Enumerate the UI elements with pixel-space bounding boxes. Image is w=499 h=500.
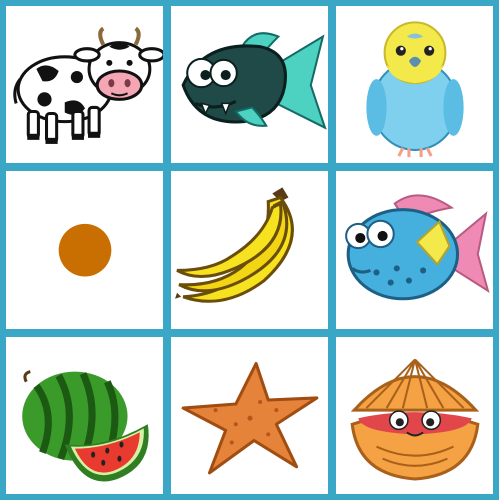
watermelon-icon <box>22 369 149 482</box>
piranha-fish-icon <box>181 32 327 130</box>
orange-dot-icon <box>58 224 112 277</box>
card-parakeet-bird[interactable] <box>336 6 493 164</box>
card-orange-dot[interactable] <box>6 171 163 329</box>
card-banana-bunch[interactable] <box>171 171 328 329</box>
card-blue-pufferfish[interactable] <box>336 171 493 329</box>
blue-pufferfish-icon <box>345 194 490 301</box>
card-cow[interactable] <box>6 6 163 164</box>
memory-game-board <box>0 0 499 500</box>
clam-shell-icon <box>350 358 480 481</box>
card-clam-shell[interactable] <box>336 336 493 494</box>
card-piranha-fish[interactable] <box>171 6 328 164</box>
parakeet-bird-icon <box>366 21 464 158</box>
banana-bunch-icon <box>175 187 294 304</box>
starfish-icon <box>181 361 319 475</box>
card-watermelon[interactable] <box>6 336 163 494</box>
cow-icon <box>13 26 163 144</box>
card-starfish[interactable] <box>171 336 328 494</box>
